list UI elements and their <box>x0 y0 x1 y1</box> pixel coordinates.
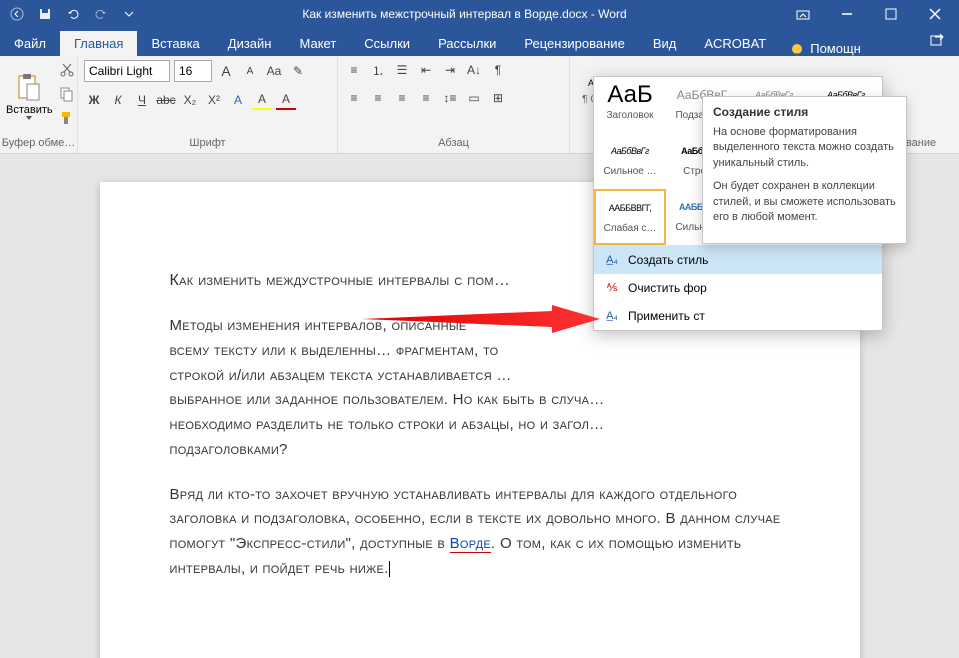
align-left-icon[interactable]: ≡ <box>344 88 364 108</box>
style-gallery-item[interactable]: АаБбВвГгСильное … <box>594 133 666 189</box>
qat-dropdown-icon[interactable] <box>118 3 140 25</box>
clear-formatting-icon[interactable]: ✎ <box>288 61 308 81</box>
paste-button[interactable]: Вставить <box>6 72 53 120</box>
increase-indent-icon[interactable]: ⇥ <box>440 60 460 80</box>
apply-styles-icon: A̲₄ <box>604 308 620 324</box>
strikethrough-button[interactable]: abc <box>156 90 176 110</box>
ribbon-options-icon[interactable] <box>783 0 823 28</box>
clear-formatting-item[interactable]: ⅍ Очистить фор <box>594 274 882 302</box>
bold-button[interactable]: Ж <box>84 90 104 110</box>
style-gallery-item[interactable]: ААББВВГГ,Слабая с… <box>594 189 666 245</box>
italic-button[interactable]: К <box>108 90 128 110</box>
share-button[interactable] <box>915 31 959 56</box>
tab-design[interactable]: Дизайн <box>214 31 286 56</box>
numbering-icon[interactable]: ⒈ <box>368 60 388 80</box>
tooltip-title: Создание стиля <box>713 105 896 119</box>
align-right-icon[interactable]: ≡ <box>392 88 412 108</box>
tooltip-text: Он будет сохранен в коллекции стилей, и … <box>713 179 896 225</box>
shrink-font-icon[interactable]: A <box>240 61 260 81</box>
titlebar: Как изменить межстрочный интервал в Ворд… <box>0 0 959 28</box>
tab-mailings[interactable]: Рассылки <box>424 31 510 56</box>
justify-icon[interactable]: ≡ <box>416 88 436 108</box>
align-center-icon[interactable]: ≡ <box>368 88 388 108</box>
shading-icon[interactable]: ▭ <box>464 88 484 108</box>
window-title: Как изменить межстрочный интервал в Ворд… <box>146 7 783 21</box>
tab-review[interactable]: Рецензирование <box>510 31 638 56</box>
create-style-tooltip: Создание стиля На основе форматирования … <box>702 96 907 244</box>
text-cursor <box>389 561 390 577</box>
decrease-indent-icon[interactable]: ⇤ <box>416 60 436 80</box>
tell-me[interactable]: Помощн <box>780 41 871 56</box>
create-style-item[interactable]: A̲₄ Создать стиль <box>594 246 882 274</box>
close-icon[interactable] <box>915 0 955 28</box>
tab-acrobat[interactable]: ACROBAT <box>690 31 780 56</box>
paste-label: Вставить <box>6 104 53 116</box>
font-name-input[interactable] <box>84 60 170 82</box>
tab-insert[interactable]: Вставка <box>137 31 213 56</box>
underline-button[interactable]: Ч <box>132 90 152 110</box>
change-case-icon[interactable]: Aa <box>264 61 284 81</box>
apply-styles-label: Применить ст <box>628 309 705 323</box>
clipboard-group-label: Буфер обме… <box>0 135 77 153</box>
borders-icon[interactable]: ⊞ <box>488 88 508 108</box>
font-size-input[interactable] <box>174 60 212 82</box>
multilevel-icon[interactable]: ☰ <box>392 60 412 80</box>
doc-paragraph: Вряд ли кто-то захочет вручную устанавли… <box>170 483 790 582</box>
tab-view[interactable]: Вид <box>639 31 691 56</box>
annotation-arrow <box>362 305 602 345</box>
line-spacing-icon[interactable]: ↕≡ <box>440 88 460 108</box>
sort-icon[interactable]: A↓ <box>464 60 484 80</box>
create-style-icon: A̲₄ <box>604 252 620 268</box>
tab-home[interactable]: Главная <box>60 31 137 56</box>
undo-icon[interactable] <box>62 3 84 25</box>
save-icon[interactable] <box>34 3 56 25</box>
tab-file[interactable]: Файл <box>0 31 60 56</box>
ribbon-tabs: Файл Главная Вставка Дизайн Макет Ссылки… <box>0 28 959 56</box>
tab-layout[interactable]: Макет <box>285 31 350 56</box>
tooltip-text: На основе форматирования выделенного тек… <box>713 125 896 171</box>
create-style-label: Создать стиль <box>628 253 708 267</box>
redo-icon[interactable] <box>90 3 112 25</box>
cut-icon[interactable] <box>59 62 79 82</box>
font-color-button[interactable]: A <box>276 90 296 110</box>
text-effects-icon[interactable]: A <box>228 90 248 110</box>
superscript-button[interactable]: X² <box>204 90 224 110</box>
apply-styles-item[interactable]: A̲₄ Применить ст <box>594 302 882 330</box>
font-group-label: Шрифт <box>78 135 337 153</box>
paragraph-group-label: Абзац <box>338 135 569 153</box>
back-icon[interactable] <box>6 3 28 25</box>
highlight-color-button[interactable]: A <box>252 90 272 110</box>
clear-formatting-label: Очистить фор <box>628 281 707 295</box>
copy-icon[interactable] <box>59 86 79 106</box>
grow-font-icon[interactable]: A <box>216 61 236 81</box>
maximize-icon[interactable] <box>871 0 911 28</box>
subscript-button[interactable]: X₂ <box>180 90 200 110</box>
clear-formatting-menu-icon: ⅍ <box>604 280 620 296</box>
format-painter-icon[interactable] <box>59 110 79 130</box>
show-marks-icon[interactable]: ¶ <box>488 60 508 80</box>
tell-me-label: Помощн <box>810 41 861 56</box>
style-gallery-item[interactable]: АаБЗаголовок <box>594 77 666 133</box>
minimize-icon[interactable] <box>827 0 867 28</box>
tab-references[interactable]: Ссылки <box>350 31 424 56</box>
bullets-icon[interactable]: ≡ <box>344 60 364 80</box>
